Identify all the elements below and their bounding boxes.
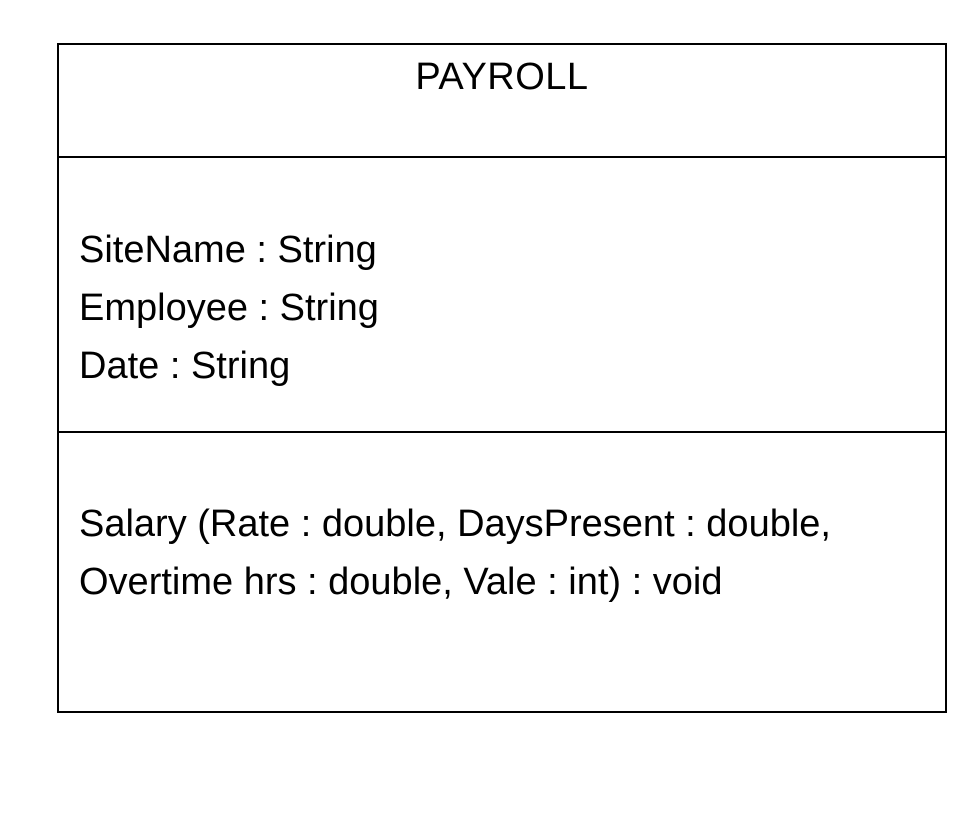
class-name-compartment: PAYROLL <box>59 45 945 158</box>
operation-salary-line-1: Salary (Rate : double, DaysPresent : dou… <box>79 503 831 545</box>
class-name: PAYROLL <box>415 56 589 98</box>
operations-compartment: Salary (Rate : double, DaysPresent : dou… <box>59 433 945 711</box>
operation-salary-line-2: Overtime hrs : double, Vale : int) : voi… <box>79 561 723 603</box>
uml-class-box: PAYROLL SiteName : String Employee : Str… <box>57 43 947 713</box>
attribute-employee: Employee : String <box>79 287 379 329</box>
attribute-sitename: SiteName : String <box>79 229 377 271</box>
attributes-compartment: SiteName : String Employee : String Date… <box>59 158 945 433</box>
attribute-list: SiteName : String Employee : String Date… <box>79 221 379 395</box>
operation-list: Salary (Rate : double, DaysPresent : dou… <box>79 495 831 611</box>
attribute-date: Date : String <box>79 345 291 387</box>
